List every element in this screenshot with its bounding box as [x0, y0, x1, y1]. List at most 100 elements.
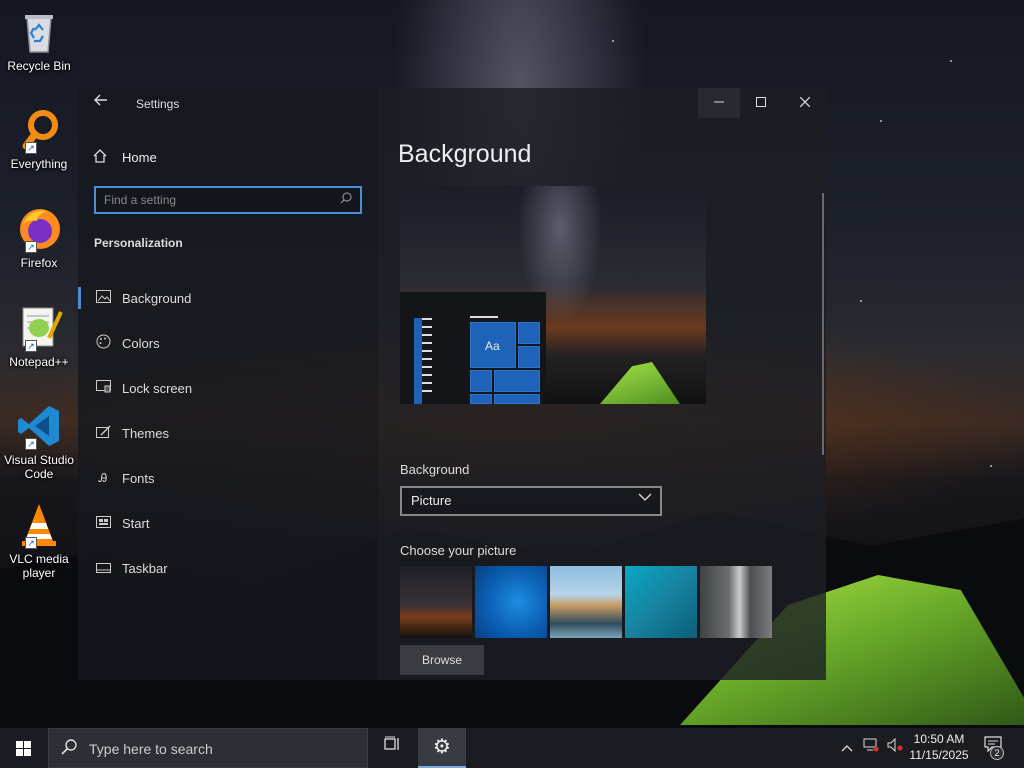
- close-icon: [799, 96, 811, 108]
- fonts-icon: Ꭿ: [98, 470, 108, 485]
- star: [880, 120, 882, 122]
- star: [990, 465, 992, 467]
- vscode-icon: ↗: [15, 402, 63, 450]
- settings-content-pane: Background Aa Background Picture Choose …: [378, 88, 826, 680]
- nav-home[interactable]: Home: [92, 146, 157, 168]
- desktop-icon-vlc[interactable]: ↗ VLC media player: [2, 501, 76, 580]
- preview-tent: [600, 362, 680, 404]
- search-icon: [340, 192, 352, 207]
- taskbar-search-placeholder: Type here to search: [89, 741, 213, 757]
- back-arrow-icon: [94, 94, 107, 106]
- background-preview: Aa: [400, 186, 706, 404]
- taskbar-search-box[interactable]: Type here to search: [48, 728, 368, 768]
- browse-button[interactable]: Browse: [400, 645, 484, 675]
- volume-status[interactable]: [884, 728, 906, 768]
- nav-item-start[interactable]: Start: [78, 506, 378, 540]
- nav-item-label: Start: [122, 515, 150, 531]
- nav-item-lock-screen[interactable]: Lock screen: [78, 371, 378, 405]
- maximize-button[interactable]: [740, 88, 782, 118]
- windows-logo-icon: [16, 741, 32, 757]
- star: [612, 40, 614, 42]
- system-clock[interactable]: 10:50 AM 11/15/2025: [906, 731, 972, 763]
- desktop-icon-everything[interactable]: ↗ Everything: [2, 106, 76, 171]
- taskbar-settings-app[interactable]: ⚙: [418, 728, 466, 768]
- section-title: Personalization: [94, 236, 183, 250]
- network-status[interactable]: [860, 728, 882, 768]
- nav-item-label: Fonts: [122, 470, 155, 486]
- nav-item-label: Taskbar: [122, 560, 168, 576]
- background-label: Background: [400, 462, 470, 477]
- shortcut-arrow-icon: ↗: [25, 142, 37, 154]
- star: [860, 300, 862, 302]
- picture-thumbnail-1[interactable]: [400, 566, 472, 638]
- window-title: Settings: [136, 97, 180, 111]
- search-icon: [61, 739, 77, 759]
- start-icon: [92, 515, 114, 531]
- vlc-icon: ↗: [15, 501, 63, 549]
- page-title: Background: [398, 140, 532, 168]
- preview-tile-aa: Aa: [470, 322, 516, 368]
- minimize-button[interactable]: [698, 88, 740, 118]
- settings-nav-pane: Settings Home Find a setting Personaliza…: [78, 88, 378, 680]
- start-button[interactable]: [0, 728, 48, 768]
- desktop-icon-label: Firefox: [20, 256, 58, 270]
- desktop-icon-label: Everything: [10, 157, 68, 171]
- themes-icon: [92, 425, 114, 441]
- picture-thumbnail-3[interactable]: [550, 566, 622, 638]
- nav-item-label: Themes: [122, 425, 169, 441]
- gear-icon: ⚙: [433, 736, 451, 758]
- preview-tiles: Aa: [470, 322, 542, 404]
- clock-date: 11/15/2025: [909, 748, 969, 762]
- notepad-plus-plus-icon: ↗: [15, 304, 63, 352]
- shortcut-arrow-icon: ↗: [25, 340, 37, 352]
- shortcut-arrow-icon: ↗: [25, 438, 37, 450]
- taskbar-icon: [92, 561, 114, 576]
- volume-muted-icon: [887, 737, 903, 753]
- nav-item-label: Colors: [122, 335, 160, 351]
- shortcut-arrow-icon: ↗: [25, 241, 37, 253]
- home-icon: [92, 148, 114, 167]
- palette-icon: [92, 334, 114, 352]
- picture-icon: [92, 290, 114, 306]
- picture-thumbnail-4[interactable]: [625, 566, 697, 638]
- desktop-icon-label: Visual Studio Code: [4, 453, 74, 481]
- desktop-icon-label: VLC media player: [9, 552, 69, 580]
- background-type-dropdown[interactable]: Picture: [400, 486, 662, 516]
- chevron-down-icon: [638, 491, 652, 505]
- nav-home-label: Home: [122, 149, 157, 165]
- settings-search-input[interactable]: Find a setting: [94, 186, 362, 214]
- dropdown-value: Picture: [411, 493, 452, 508]
- show-hidden-icons-button[interactable]: [838, 728, 856, 768]
- nav-item-fonts[interactable]: Ꭿ Fonts: [78, 461, 378, 495]
- back-button[interactable]: [90, 92, 112, 114]
- preview-app-list: [406, 318, 434, 404]
- star: [950, 60, 952, 62]
- nav-item-colors[interactable]: Colors: [78, 326, 378, 360]
- nav-item-taskbar[interactable]: Taskbar: [78, 551, 378, 585]
- nav-item-label: Background: [122, 290, 192, 306]
- desktop-icon-label: Notepad++: [9, 355, 69, 369]
- picture-thumbnails: [400, 566, 772, 638]
- shortcut-arrow-icon: ↗: [25, 537, 37, 549]
- nav-item-label: Lock screen: [122, 380, 193, 396]
- notification-count-badge: 2: [990, 746, 1004, 760]
- task-view-button[interactable]: [370, 728, 416, 768]
- task-view-icon: [384, 736, 399, 750]
- nav-item-themes[interactable]: Themes: [78, 416, 378, 450]
- picture-thumbnail-5[interactable]: [700, 566, 772, 638]
- search-placeholder: Find a setting: [104, 193, 177, 207]
- firefox-icon: ↗: [15, 205, 63, 253]
- desktop-icon-notepad-plus-plus[interactable]: ↗ Notepad++: [2, 304, 76, 369]
- desktop-icon-vscode[interactable]: ↗ Visual Studio Code: [2, 402, 76, 481]
- picture-thumbnail-2[interactable]: [475, 566, 547, 638]
- desktop-icon-firefox[interactable]: ↗ Firefox: [2, 205, 76, 270]
- everything-search-icon: ↗: [15, 106, 63, 154]
- desktop-icon-label: Recycle Bin: [7, 59, 71, 73]
- nav-item-background[interactable]: Background: [78, 281, 378, 315]
- settings-window: Settings Home Find a setting Personaliza…: [78, 88, 826, 680]
- desktop-icon-recycle-bin[interactable]: Recycle Bin: [2, 8, 76, 73]
- close-button[interactable]: [784, 88, 826, 118]
- content-scrollbar[interactable]: [822, 193, 824, 455]
- lock-screen-icon: [92, 380, 114, 396]
- preview-start-menu: Aa: [400, 292, 546, 404]
